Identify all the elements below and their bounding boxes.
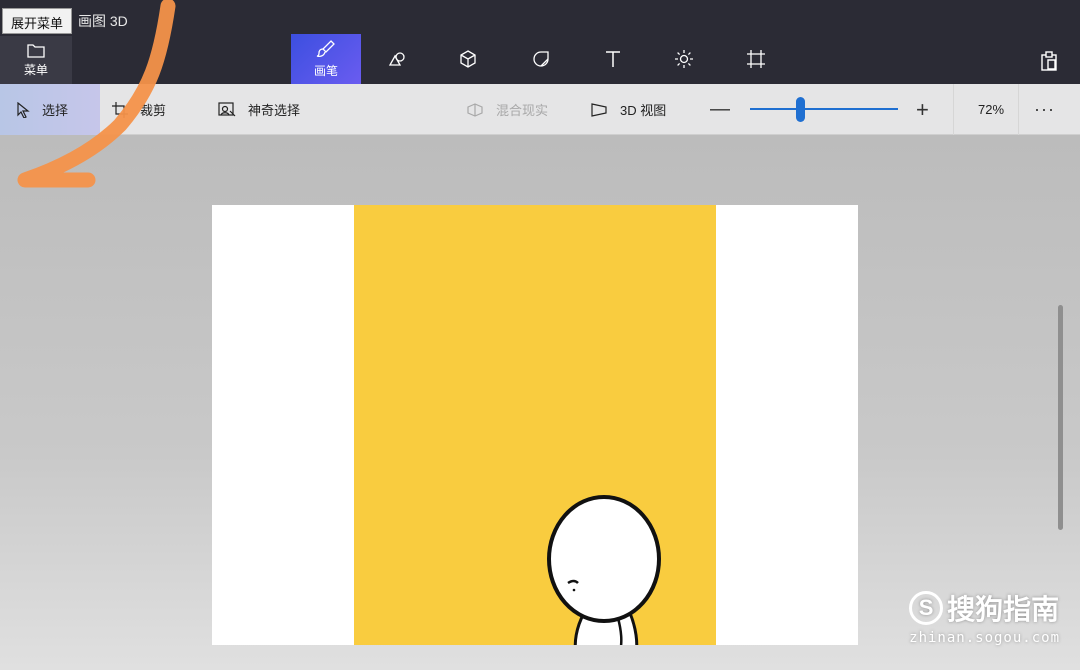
menu-label: 菜单 <box>23 62 48 77</box>
folder-icon <box>27 43 45 58</box>
app-title: 画图 3D <box>78 13 128 29</box>
zoom-in-button[interactable]: + <box>916 84 929 135</box>
expand-menu-tooltip: 展开菜单 <box>2 8 73 34</box>
stickers-icon <box>533 51 549 67</box>
tool-effects[interactable] <box>649 34 719 84</box>
vertical-scrollbar[interactable] <box>1058 305 1063 530</box>
brush-icon <box>316 40 335 58</box>
tool-brushes[interactable]: 画笔 <box>291 34 361 84</box>
zoom-slider-track[interactable] <box>750 108 898 110</box>
crop-label: 裁剪 <box>140 103 167 118</box>
zoom-level[interactable]: 72% <box>978 84 1004 135</box>
divider <box>953 84 954 135</box>
sogou-logo-icon: S <box>909 591 944 625</box>
watermark: S 搜狗指南 zhinan.sogou.com <box>909 588 1060 646</box>
divider <box>1018 84 1019 135</box>
mixed-reality-icon <box>467 102 483 117</box>
effects-icon <box>675 50 693 68</box>
tool-stickers[interactable] <box>506 34 576 84</box>
3d-view-icon <box>591 102 607 117</box>
watermark-main-text: 搜狗指南 <box>947 594 1060 625</box>
tool-brushes-label: 画笔 <box>313 64 338 78</box>
tool-text[interactable] <box>578 34 648 84</box>
tool-2d-shapes[interactable] <box>362 34 432 84</box>
3d-shapes-icon <box>460 50 476 68</box>
more-options-button[interactable]: ··· <box>1034 84 1055 135</box>
drawing-canvas[interactable] <box>212 205 858 645</box>
canvas-icon <box>747 50 765 68</box>
2d-shapes-icon <box>388 52 405 66</box>
text-icon <box>606 51 620 67</box>
paste-icon[interactable] <box>1038 50 1060 72</box>
tool-3d-shapes[interactable] <box>433 34 503 84</box>
3d-view-button[interactable]: 3D 视图 <box>590 84 666 135</box>
zoom-slider-thumb[interactable] <box>795 97 805 122</box>
3d-view-label: 3D 视图 <box>620 103 667 118</box>
mixed-reality-button[interactable]: 混合现实 <box>466 84 548 135</box>
crop-icon <box>112 101 128 118</box>
title-bar: 展开菜单 画图 3D 菜单 画笔 <box>0 0 1080 84</box>
watermark-url: zhinan.sogou.com <box>909 630 1060 646</box>
select-label: 选择 <box>42 103 69 118</box>
magic-select-button[interactable]: 神奇选择 <box>218 84 300 135</box>
magic-select-label: 神奇选择 <box>248 103 301 118</box>
menu-button[interactable]: 菜单 <box>0 36 72 84</box>
select-button[interactable]: 选择 <box>0 84 100 135</box>
crop-button[interactable]: 裁剪 <box>112 84 166 135</box>
magic-select-icon <box>218 101 236 116</box>
zoom-out-button[interactable]: — <box>710 84 730 135</box>
tool-canvas[interactable] <box>721 34 791 84</box>
cursor-icon <box>17 101 30 118</box>
mixed-reality-label: 混合现实 <box>496 103 549 118</box>
cartoon-figure-image <box>547 495 661 645</box>
